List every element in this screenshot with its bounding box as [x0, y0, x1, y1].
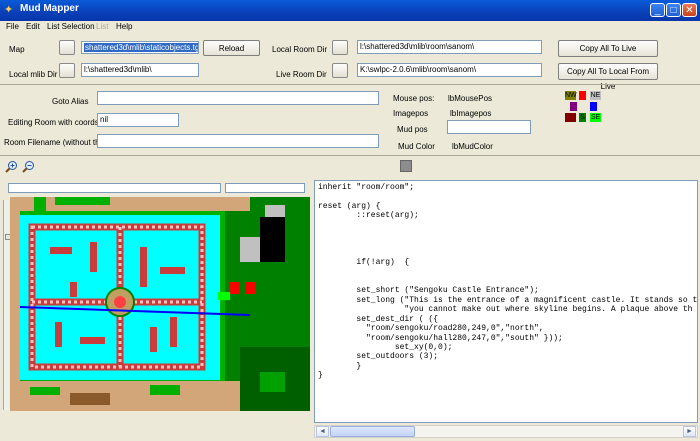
- copy-all-to-live-button[interactable]: Copy All To Live: [558, 40, 658, 57]
- maximize-button[interactable]: □: [666, 3, 681, 17]
- mud-pos-label: Mud pos: [397, 125, 428, 134]
- room-filename-input[interactable]: [97, 134, 379, 148]
- local-room-dir-label: Local Room Dir: [272, 45, 328, 54]
- map-image: [10, 197, 310, 411]
- mouse-pos-label: Mouse pos:: [393, 94, 435, 103]
- window-title: Mud Mapper: [20, 3, 79, 14]
- direction-w[interactable]: [570, 102, 577, 111]
- section-divider: [0, 84, 700, 85]
- reload-button[interactable]: Reload: [203, 40, 260, 56]
- editing-room-input[interactable]: nil: [97, 113, 179, 127]
- map-browse-button[interactable]: [59, 40, 75, 55]
- code-hscrollbar[interactable]: ◄ ►: [314, 425, 698, 438]
- toolbar-divider: [0, 155, 700, 156]
- local-mlib-browse-button[interactable]: [59, 63, 75, 78]
- direction-e[interactable]: [590, 102, 597, 111]
- zoom-slider[interactable]: [3, 200, 9, 410]
- scroll-right-arrow[interactable]: ►: [683, 426, 696, 437]
- direction-sw[interactable]: [565, 113, 576, 122]
- scroll-left-arrow[interactable]: ◄: [316, 426, 329, 437]
- menu-help[interactable]: Help: [116, 22, 132, 31]
- scroll-thumb[interactable]: [330, 426, 415, 437]
- mud-color-value: lbMudColor: [452, 142, 493, 151]
- map-filter-input[interactable]: [8, 183, 221, 193]
- live-room-dir-input[interactable]: K:\swlpc-2.0.6\mlib\room\sanom\: [357, 63, 542, 77]
- map-label: Map: [9, 45, 25, 54]
- close-button[interactable]: ✕: [682, 3, 697, 17]
- direction-se[interactable]: SE: [590, 113, 601, 122]
- direction-nw[interactable]: NW: [565, 91, 577, 100]
- local-mlib-dir-label: Local mlib Dir: [9, 70, 58, 79]
- menu-bar: File Edit List Selection List Help: [0, 21, 700, 34]
- menu-list-selection[interactable]: List Selection: [47, 22, 95, 31]
- code-editor[interactable]: inherit "room/room"; reset (arg) { ::res…: [314, 180, 698, 423]
- direction-s[interactable]: S: [579, 113, 586, 122]
- local-room-dir-input[interactable]: l:\shattered3d\mlib\room\sanom\: [357, 40, 542, 54]
- mouse-pos-value: lbMousePos: [448, 94, 493, 103]
- wand-icon: ✦: [4, 4, 14, 16]
- mud-pos-input[interactable]: [447, 120, 531, 134]
- live-room-dir-label: Live Room Dir: [276, 70, 327, 79]
- imagepos-value: lbImagepos: [450, 109, 492, 118]
- status-bar: [0, 427, 312, 441]
- copy-all-to-local-button[interactable]: Copy All To Local From Live: [558, 63, 658, 91]
- local-mlib-dir-input[interactable]: l:\shattered3d\mlib\: [81, 63, 199, 77]
- menu-file[interactable]: File: [6, 22, 19, 31]
- square-icon[interactable]: [400, 160, 412, 172]
- map-input[interactable]: shattered3d\mlib\staticobjects.tga: [81, 41, 199, 54]
- direction-n[interactable]: [579, 91, 586, 100]
- local-room-dir-browse-button[interactable]: [332, 40, 348, 55]
- menu-list[interactable]: List: [96, 22, 108, 31]
- mud-color-label: Mud Color: [398, 142, 435, 151]
- goto-alias-input[interactable]: [97, 91, 379, 105]
- map-canvas[interactable]: [10, 197, 310, 411]
- editing-room-label: Editing Room with coords:: [8, 118, 101, 127]
- title-bar: ✦ Mud Mapper _ □ ✕: [0, 0, 700, 21]
- live-room-dir-browse-button[interactable]: [332, 63, 348, 78]
- map-filter-input-2[interactable]: [225, 183, 305, 193]
- room-filename-label: Room Filename (without the: [4, 138, 105, 147]
- minimize-button[interactable]: _: [650, 3, 665, 17]
- direction-ne[interactable]: NE: [590, 91, 601, 100]
- menu-edit[interactable]: Edit: [26, 22, 40, 31]
- code-text[interactable]: inherit "room/room"; reset (arg) { ::res…: [315, 181, 697, 383]
- imagepos-label: Imagepos: [393, 109, 429, 118]
- zoom-in-icon[interactable]: [5, 160, 18, 173]
- zoom-out-icon[interactable]: [22, 160, 35, 173]
- goto-alias-label: Goto Alias: [52, 97, 89, 106]
